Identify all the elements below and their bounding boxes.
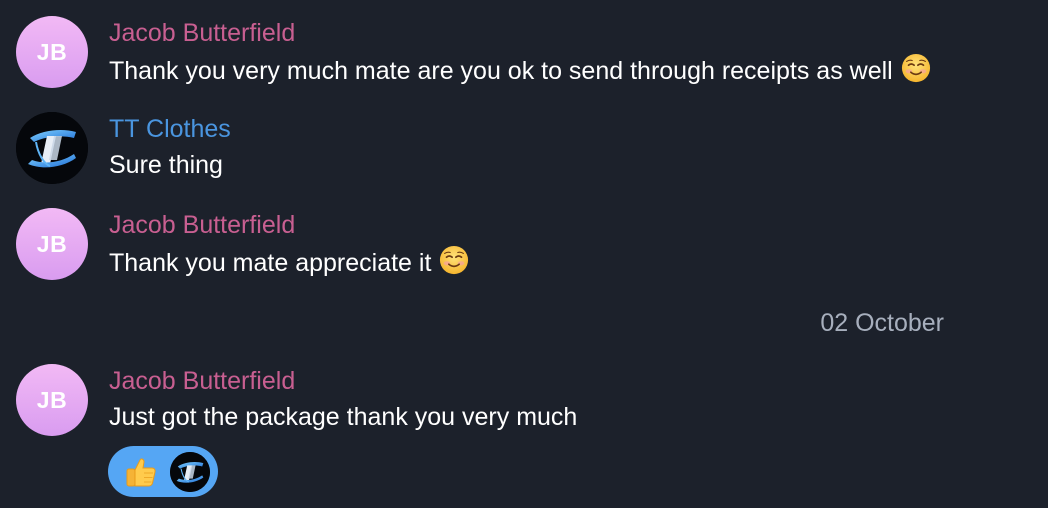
chat-history: JB Jacob Butterfield Thank you very much…	[0, 0, 1048, 508]
sender-name[interactable]: TT Clothes	[109, 114, 231, 144]
smiling-face-icon	[439, 245, 469, 275]
avatar-initials: JB	[36, 38, 68, 65]
tt-logo-icon	[170, 452, 210, 492]
sender-name[interactable]: Jacob Butterfield	[109, 366, 295, 396]
message-text-content: Thank you very much mate are you ok to s…	[109, 57, 893, 85]
avatar[interactable]	[16, 112, 88, 184]
avatar[interactable]: JB	[16, 208, 88, 280]
avatar[interactable]: JB	[16, 364, 88, 436]
reaction-chip[interactable]	[108, 446, 218, 497]
avatar-initials: JB	[36, 230, 68, 257]
message-text: Thank you very much mate are you ok to s…	[109, 53, 931, 87]
avatar[interactable]: JB	[16, 16, 88, 88]
tt-logo-icon	[16, 112, 88, 184]
message-text-content: Thank you mate appreciate it	[109, 249, 432, 277]
reactor-avatar	[170, 451, 210, 492]
sender-name[interactable]: Jacob Butterfield	[109, 210, 295, 240]
date-separator: 02 October	[820, 309, 944, 337]
message-text: Thank you mate appreciate it	[109, 245, 469, 279]
message-text: Sure thing	[109, 151, 223, 179]
smiling-face-icon	[901, 53, 931, 83]
message-text: Just got the package thank you very much	[109, 403, 578, 431]
sender-name[interactable]: Jacob Butterfield	[109, 18, 295, 48]
avatar-initials: JB	[36, 386, 68, 413]
thumbs-up-icon	[124, 455, 158, 489]
